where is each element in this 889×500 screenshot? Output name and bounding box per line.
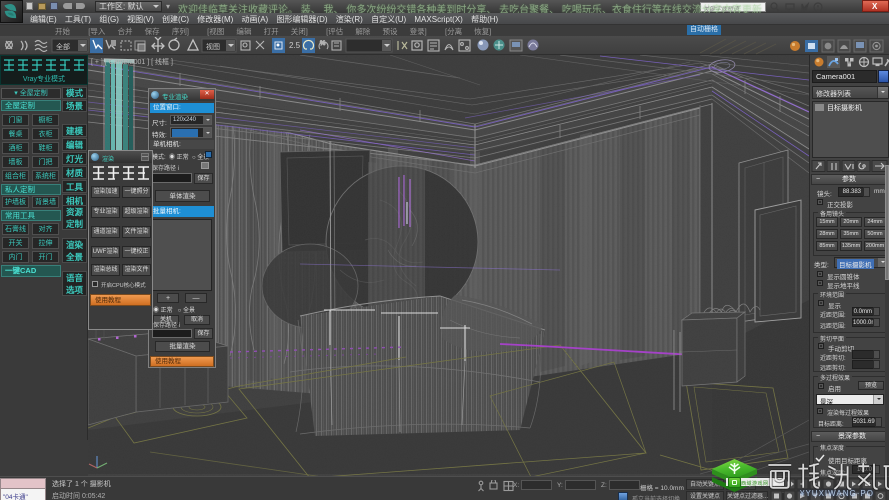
svg-text:全部: 全部 bbox=[56, 42, 70, 51]
svg-text:2.5: 2.5 bbox=[289, 41, 301, 50]
svg-text:视图: 视图 bbox=[206, 42, 220, 51]
svg-text:%: % bbox=[320, 41, 326, 47]
